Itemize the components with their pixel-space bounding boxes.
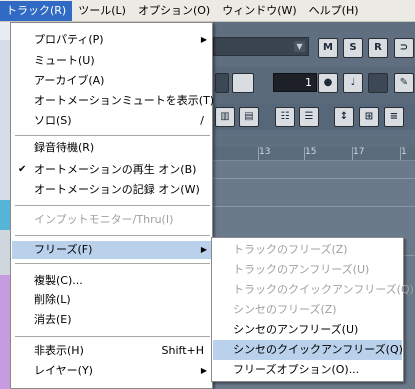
menu-item-label: プロパティ(P)	[34, 33, 104, 46]
menu-item-delete[interactable]: 削除(L)	[12, 291, 212, 309]
view-icon[interactable]: ☰	[299, 107, 319, 127]
mute-button[interactable]: M	[318, 38, 338, 58]
menu-item-automation-record[interactable]: オートメーションの記録 オン(W)	[12, 181, 212, 199]
menu-item-label: オートメーションミュートを表示(T)	[34, 94, 215, 107]
menu-item-label: 非表示(H)	[34, 344, 84, 357]
menu-separator	[15, 263, 210, 265]
menu-item-shortcut: Shift+H	[161, 344, 205, 357]
tool-icon[interactable]	[215, 73, 229, 93]
menu-item-label: オートメーションの記録 オン(W)	[34, 183, 200, 196]
menu-item-show-automation-mute[interactable]: オートメーションミュートを表示(T)	[12, 92, 215, 110]
menu-item-label: フリーズ(F)	[34, 243, 93, 256]
submenu-arrow-icon: ▶	[200, 366, 207, 375]
timeline-ruler[interactable]: 13 15 17 1	[213, 147, 415, 161]
snap-value[interactable]: 1	[273, 73, 317, 92]
menu-options[interactable]: オプション(O)	[132, 1, 216, 21]
chevron-down-icon: ▼	[294, 41, 305, 52]
menu-item-label: 削除(L)	[34, 293, 71, 306]
menu-separator	[15, 135, 210, 137]
menu-track[interactable]: トラック(R)	[0, 0, 73, 21]
submenu-item-unfreeze-track[interactable]: トラックのアンフリーズ(U)	[213, 260, 402, 280]
ruler-tick: 15	[303, 147, 317, 160]
menu-item-label: 消去(E)	[34, 313, 72, 326]
menu-help[interactable]: ヘルプ(H)	[303, 1, 365, 21]
menu-item-label: 録音待機(R)	[34, 141, 95, 154]
menu-item-layer[interactable]: レイヤー(Y) ▶	[12, 362, 212, 380]
menu-item-mute[interactable]: ミュート(U)	[12, 52, 212, 70]
tool-icon[interactable]	[368, 73, 388, 93]
menu-item-shortcut: /	[200, 114, 204, 127]
track-divider	[213, 206, 415, 207]
menu-item-label: アーカイブ(A)	[34, 74, 105, 87]
note-icon[interactable]: ♩	[343, 73, 363, 93]
menu-item-label: インプットモニター/Thru(I)	[34, 213, 174, 226]
menu-item-duplicate[interactable]: 複製(C)...	[12, 272, 212, 290]
spacer	[213, 130, 415, 147]
track-selector[interactable]: ▼	[213, 37, 309, 56]
ruler-tick: 13	[257, 147, 271, 160]
submenu-item-unfreeze-synth[interactable]: シンセのアンフリーズ(U)	[213, 320, 402, 340]
menu-item-label: 複製(C)...	[34, 274, 83, 287]
menu-separator	[15, 336, 210, 338]
menu-bar: トラック(R) ツール(L) オプション(O) ウィンドウ(W) ヘルプ(H)	[0, 0, 415, 22]
ruler-tick: 17	[351, 147, 365, 160]
submenu-item-freeze-synth[interactable]: シンセのフリーズ(Z)	[213, 300, 402, 320]
menu-item-archive[interactable]: アーカイブ(A)	[12, 72, 212, 90]
menu-item-hide[interactable]: 非表示(H) Shift+H	[12, 342, 212, 360]
submenu-item-freeze-track[interactable]: トラックのフリーズ(Z)	[213, 240, 402, 260]
submenu-item-quick-unfreeze-synth[interactable]: シンセのクイックアンフリーズ(Q)	[213, 340, 403, 360]
solo-button[interactable]: S	[343, 38, 363, 58]
view-icon[interactable]: ▥	[215, 107, 235, 127]
submenu-arrow-icon: ▶	[200, 245, 207, 254]
input-echo-button[interactable]: ⊃	[394, 38, 414, 58]
ruler-tick: 1	[400, 147, 407, 160]
note-icon[interactable]: ●	[318, 73, 338, 93]
menu-item-automation-playback[interactable]: ✔ オートメーションの再生 オン(B)	[12, 161, 212, 179]
menu-item-freeze[interactable]: フリーズ(F) ▶	[12, 241, 212, 259]
track-pane	[0, 22, 10, 389]
view-icon[interactable]: ☷	[275, 107, 295, 127]
submenu-item-freeze-options[interactable]: フリーズオプション(O)...	[213, 360, 402, 380]
menu-item-erase[interactable]: 消去(E)	[12, 311, 212, 329]
freeze-submenu: トラックのフリーズ(Z) トラックのアンフリーズ(U) トラックのクイックアンフ…	[211, 237, 414, 382]
menu-window[interactable]: ウィンドウ(W)	[216, 1, 302, 21]
tool-icon[interactable]	[232, 73, 254, 93]
menu-item-label: ミュート(U)	[34, 54, 95, 67]
grid-icon[interactable]: ⊞	[359, 107, 379, 127]
submenu-arrow-icon: ▶	[200, 35, 207, 44]
menu-separator	[15, 235, 210, 237]
zoom-icon[interactable]: ↕	[334, 107, 354, 127]
menu-item-input-monitor[interactable]: インプットモニター/Thru(I)	[12, 211, 212, 229]
menu-item-solo[interactable]: ソロ(S) /	[12, 112, 212, 130]
track-divider	[213, 178, 415, 179]
checkmark-icon: ✔	[18, 164, 27, 175]
menu-item-record-arm[interactable]: 録音待機(R)	[12, 139, 212, 157]
view-icon[interactable]: ▤	[239, 107, 259, 127]
menu-tools[interactable]: ツール(L)	[72, 1, 132, 21]
menu-item-label: ソロ(S)	[34, 114, 72, 127]
edit-icon[interactable]: ✎	[394, 73, 414, 93]
menu-item-label: オートメーションの再生 オン(B)	[34, 163, 197, 176]
menu-item-properties[interactable]: プロパティ(P) ▶	[12, 31, 212, 49]
submenu-item-quick-unfreeze-track[interactable]: トラックのクイックアンフリーズ(Q)	[213, 280, 414, 300]
record-button[interactable]: R	[368, 38, 388, 58]
track-menu: プロパティ(P) ▶ ミュート(U) アーカイブ(A) オートメーションミュート…	[10, 22, 215, 389]
list-icon[interactable]: ≡	[384, 107, 404, 127]
menu-separator	[15, 205, 210, 207]
menu-item-label: レイヤー(Y)	[34, 364, 93, 377]
